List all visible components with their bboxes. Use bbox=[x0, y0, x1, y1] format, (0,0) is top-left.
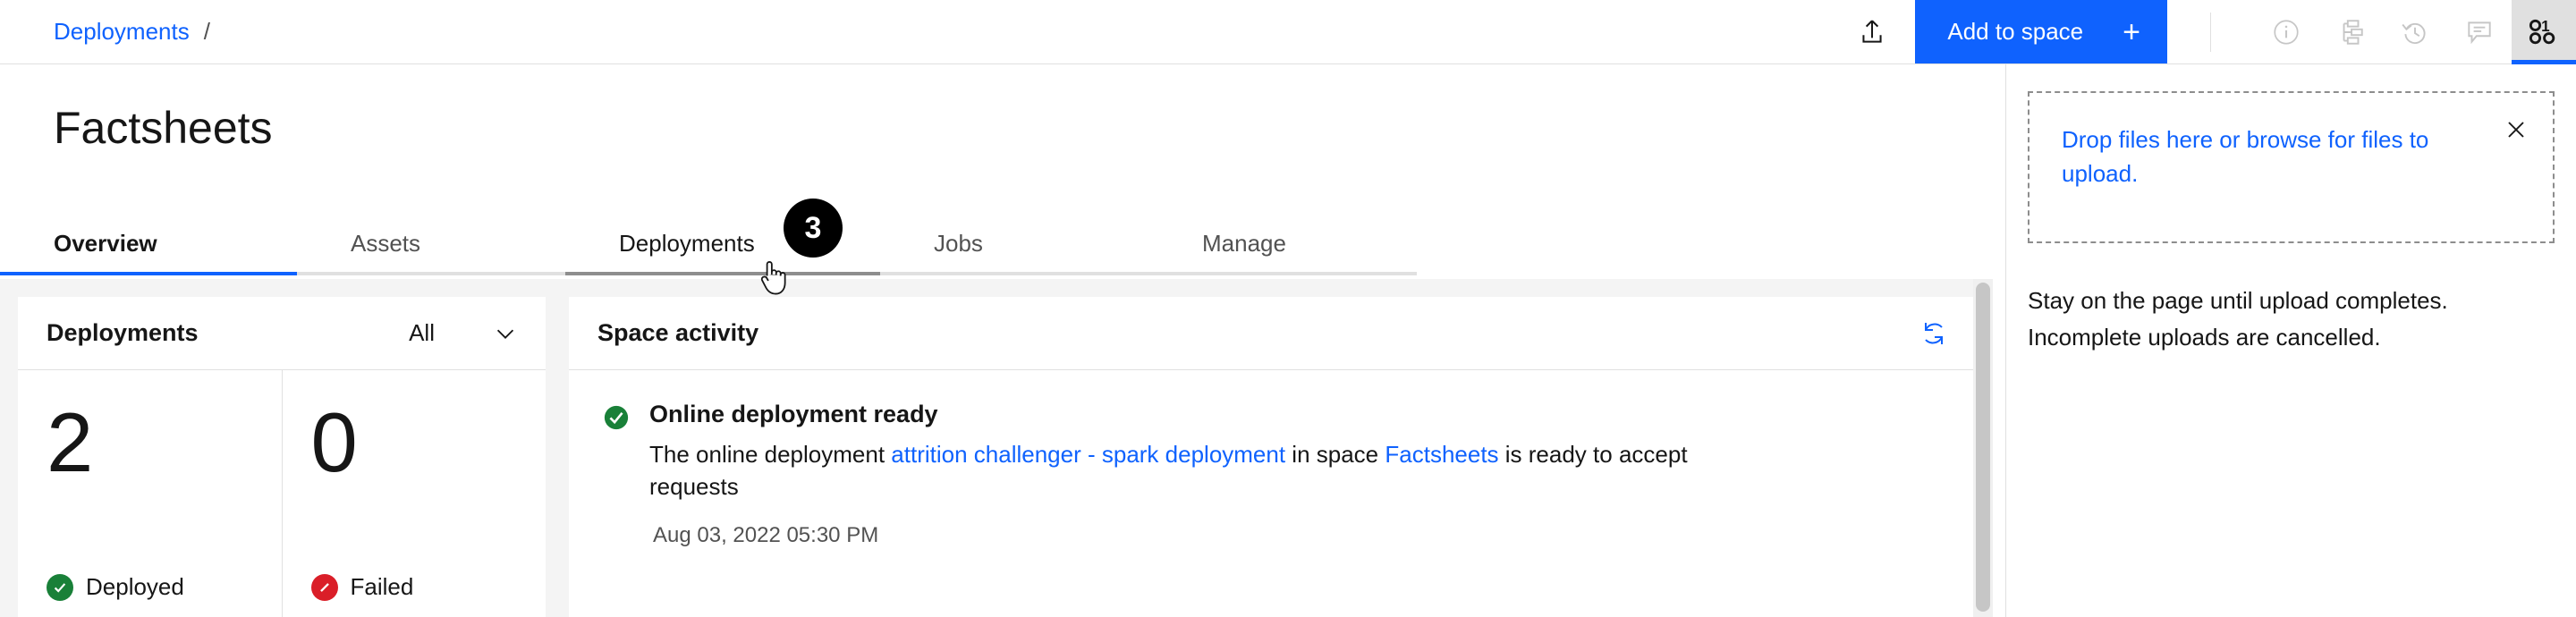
space-activity-card: Space activity Online deployment ready T… bbox=[569, 297, 1975, 617]
annotation-step-badge: 3 bbox=[784, 199, 843, 258]
tab-jobs[interactable]: Jobs bbox=[880, 215, 1148, 275]
list-item: Online deployment ready The online deplo… bbox=[603, 401, 1939, 548]
deployments-filter[interactable]: All bbox=[409, 319, 519, 347]
activity-list: Online deployment ready The online deplo… bbox=[569, 370, 1975, 548]
refresh-icon[interactable] bbox=[1919, 319, 1948, 348]
comments-icon[interactable] bbox=[2447, 0, 2512, 63]
dashboard-area: Deployments All 2 Deployed 0 Failed Spac… bbox=[0, 279, 1993, 617]
main-content: Factsheets Overview Assets Deployments J… bbox=[0, 64, 2005, 617]
upload-note-line-1: Stay on the page until upload completes. bbox=[2028, 287, 2448, 314]
tab-manage[interactable]: Manage bbox=[1148, 215, 1417, 275]
breadcrumb: Deployments / bbox=[0, 0, 210, 63]
deployments-card: Deployments All 2 Deployed 0 Failed bbox=[18, 297, 546, 617]
tab-label: Overview bbox=[54, 229, 157, 257]
stat-deployed: 2 Deployed bbox=[18, 370, 282, 617]
relationships-icon[interactable] bbox=[2318, 0, 2383, 63]
chevron-down-icon[interactable] bbox=[492, 320, 519, 347]
desc-part-2: in space bbox=[1285, 441, 1385, 468]
tab-label: Manage bbox=[1202, 229, 1286, 257]
stat-failed: 0 Failed bbox=[281, 370, 547, 617]
add-to-space-label: Add to space bbox=[1947, 18, 2084, 45]
add-to-space-button[interactable]: Add to space + bbox=[1915, 0, 2167, 63]
desc-part-1: The online deployment bbox=[649, 441, 892, 468]
upload-icon[interactable] bbox=[1829, 0, 1915, 63]
header-gap bbox=[2167, 0, 2210, 63]
space-link[interactable]: Factsheets bbox=[1385, 441, 1498, 468]
tab-label: Jobs bbox=[934, 229, 983, 257]
stat-label-text: Deployed bbox=[86, 573, 184, 600]
header-gap-2 bbox=[2211, 0, 2254, 63]
upload-note-line-2: Incomplete uploads are cancelled. bbox=[2028, 323, 2381, 351]
top-header-bar: Deployments / Add to space + 1 bbox=[0, 0, 2576, 64]
plus-icon: + bbox=[2123, 14, 2140, 49]
checkmark-filled-icon bbox=[47, 573, 73, 601]
status-badge-deployed: Deployed bbox=[47, 573, 184, 601]
tab-label: Assets bbox=[351, 229, 421, 257]
deployment-link[interactable]: attrition challenger - spark deployment bbox=[891, 441, 1285, 468]
status-badge-failed: Failed bbox=[310, 573, 414, 601]
tab-bar: Overview Assets Deployments Jobs Manage bbox=[0, 215, 1417, 275]
upload-side-panel: Drop files here or browse for files to u… bbox=[2005, 64, 2576, 617]
information-icon[interactable] bbox=[2254, 0, 2318, 63]
deployments-filter-value: All bbox=[409, 319, 435, 346]
file-dropzone[interactable]: Drop files here or browse for files to u… bbox=[2028, 91, 2555, 243]
app-root: Deployments / Add to space + 1 Factsheet… bbox=[0, 0, 2576, 617]
activity-timestamp: Aug 03, 2022 05:30 PM bbox=[653, 522, 879, 547]
dropzone-label[interactable]: Drop files here or browse for files to u… bbox=[2062, 123, 2509, 190]
stat-value: 2 bbox=[47, 395, 94, 489]
page-title: Factsheets bbox=[54, 103, 273, 153]
stat-value: 0 bbox=[310, 395, 358, 489]
scrollbar-thumb[interactable] bbox=[1976, 283, 1990, 612]
space-activity-header: Space activity bbox=[569, 297, 1975, 370]
code-snippet-icon[interactable]: 1 bbox=[2512, 0, 2576, 64]
close-icon[interactable] bbox=[2503, 116, 2529, 143]
deployments-card-title: Deployments bbox=[47, 319, 199, 346]
space-activity-title: Space activity bbox=[597, 319, 759, 346]
vertical-scrollbar[interactable] bbox=[1973, 279, 1993, 617]
activity-text: Online deployment ready The online deplo… bbox=[649, 401, 1939, 548]
deployments-stats: 2 Deployed 0 Failed bbox=[18, 370, 546, 617]
tab-assets[interactable]: Assets bbox=[297, 215, 565, 275]
error-filled-icon bbox=[310, 573, 338, 601]
header-tool-icons: 1 bbox=[2254, 0, 2576, 64]
breadcrumb-link-deployments[interactable]: Deployments bbox=[54, 18, 190, 46]
breadcrumb-separator: / bbox=[203, 18, 210, 45]
history-icon[interactable] bbox=[2383, 0, 2447, 63]
stat-label-text: Failed bbox=[350, 573, 414, 600]
header-spacer bbox=[210, 0, 1829, 63]
deployments-card-header: Deployments All bbox=[18, 297, 546, 370]
activity-description: The online deployment attrition challeng… bbox=[649, 439, 1705, 503]
activity-title: Online deployment ready bbox=[649, 401, 938, 427]
checkmark-filled-icon bbox=[603, 401, 630, 548]
upload-note: Stay on the page until upload completes.… bbox=[2028, 283, 2555, 355]
tab-overview[interactable]: Overview bbox=[0, 215, 297, 275]
tab-label: Deployments bbox=[619, 229, 755, 257]
